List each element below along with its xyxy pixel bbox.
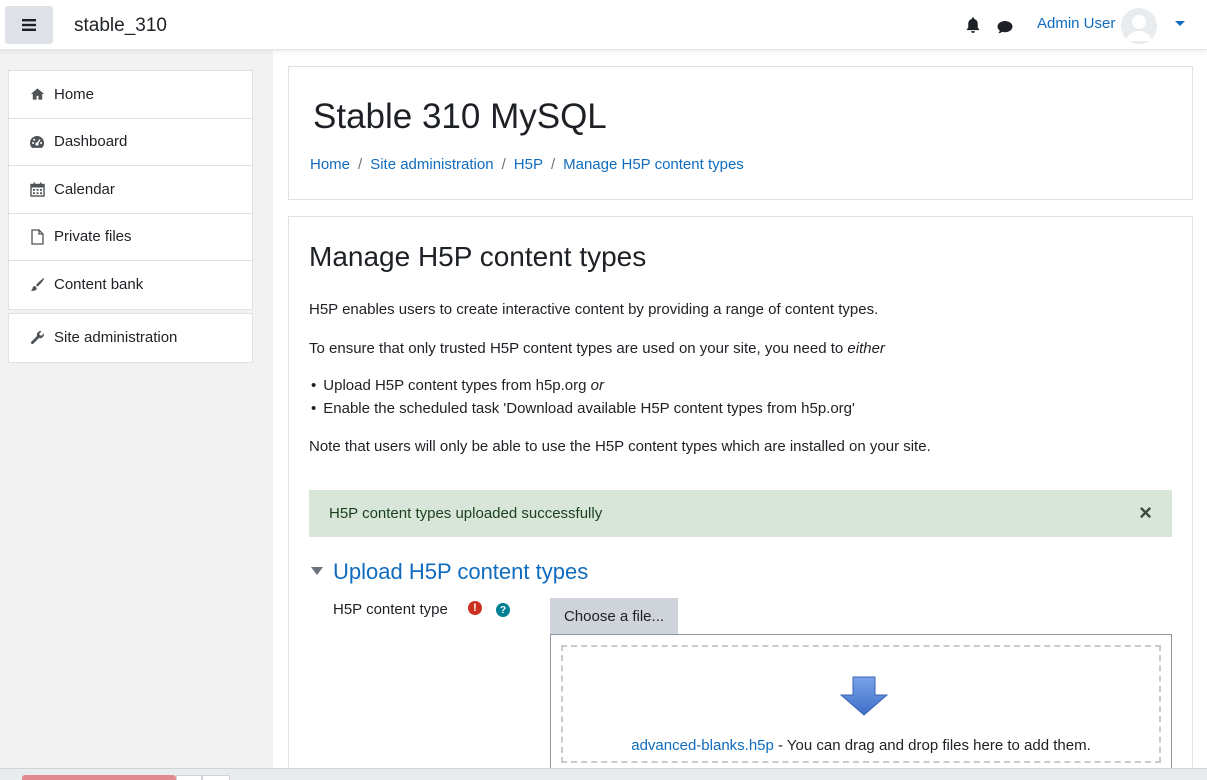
bottom-tab[interactable]: [202, 775, 230, 780]
main-nav-group: Home Dashboard Calendar Private files Co…: [8, 70, 253, 310]
breadcrumb: Home / Site administration / H5P / Manag…: [310, 156, 744, 173]
sidebar-item-label: Site administration: [54, 329, 178, 347]
breadcrumb-site-administration[interactable]: Site administration: [370, 156, 493, 173]
file-dropzone[interactable]: advanced-blanks.h5p - You can drag and d…: [561, 645, 1161, 763]
breadcrumb-separator: /: [550, 156, 556, 173]
required-icon: !: [468, 601, 482, 615]
page-title: Manage H5P content types: [309, 241, 647, 272]
sidebar-item-dashboard[interactable]: Dashboard: [9, 119, 252, 166]
sidebar-item-content-bank[interactable]: Content bank: [9, 261, 252, 309]
drawer-toggle-button[interactable]: [5, 6, 53, 44]
list-item-text: Upload H5P content types from h5p.org: [323, 377, 591, 394]
choose-file-button[interactable]: Choose a file...: [550, 598, 678, 634]
breadcrumb-home[interactable]: Home: [310, 156, 350, 173]
sidebar-item-label: Content bank: [54, 276, 144, 294]
admin-nav-group: Site administration: [8, 313, 253, 363]
collapse-toggle-icon[interactable]: [311, 567, 323, 575]
upload-section-header[interactable]: Upload H5P content types: [333, 559, 588, 585]
drop-hint: advanced-blanks.h5p - You can drag and d…: [563, 737, 1159, 754]
sidebar-item-site-administration[interactable]: Site administration: [9, 314, 252, 362]
breadcrumb-manage-h5p-content-types[interactable]: Manage H5P content types: [563, 156, 744, 173]
ensure-text-prefix: To ensure that only trusted H5P content …: [309, 340, 848, 357]
bottom-tab[interactable]: [176, 775, 202, 780]
user-menu-caret-icon[interactable]: [1175, 21, 1185, 26]
list-item-text: Enable the scheduled task 'Download avai…: [323, 400, 855, 417]
sidebar-item-label: Home: [54, 85, 95, 103]
site-name[interactable]: stable_310: [74, 15, 167, 37]
ensure-text-emphasis: either: [847, 340, 885, 357]
user-menu-name[interactable]: Admin User: [1037, 15, 1115, 32]
h5p-content-type-label: H5P content type: [333, 601, 448, 618]
ensure-text: To ensure that only trusted H5P content …: [309, 340, 885, 357]
uploaded-file-link[interactable]: advanced-blanks.h5p: [631, 737, 774, 754]
alert-message: H5P content types uploaded successfully: [329, 505, 603, 522]
list-item: Upload H5P content types from h5p.org or: [311, 377, 604, 394]
main-content: Manage H5P content types H5P enables use…: [288, 216, 1193, 780]
main-region: Stable 310 MySQL Home / Site administrat…: [273, 50, 1207, 780]
sidebar-item-label: Private files: [54, 228, 132, 246]
bell-icon[interactable]: [964, 16, 982, 34]
bottom-tab-active[interactable]: [22, 775, 176, 780]
top-navbar: stable_310 Admin User: [0, 0, 1207, 50]
avatar[interactable]: [1121, 8, 1157, 44]
note-text: Note that users will only be able to use…: [309, 438, 931, 455]
breadcrumb-separator: /: [501, 156, 506, 173]
drop-arrow-icon: [839, 676, 889, 716]
page-header: Stable 310 MySQL Home / Site administrat…: [288, 66, 1193, 200]
wrench-icon: [29, 330, 45, 346]
breadcrumb-h5p[interactable]: H5P: [514, 156, 543, 173]
page-header-title: Stable 310 MySQL: [313, 97, 607, 136]
file-picker: advanced-blanks.h5p - You can drag and d…: [550, 634, 1172, 780]
home-icon: [29, 86, 45, 102]
sidebar-item-label: Calendar: [54, 180, 115, 198]
brush-icon: [29, 277, 45, 293]
nav-drawer: Home Dashboard Calendar Private files Co…: [0, 50, 273, 768]
user-avatar-icon: [1121, 8, 1157, 44]
drop-hint-text: - You can drag and drop files here to ad…: [773, 737, 1091, 754]
breadcrumb-separator: /: [358, 156, 363, 173]
intro-text: H5P enables users to create interactive …: [309, 301, 879, 318]
list-item: Enable the scheduled task 'Download avai…: [311, 400, 855, 417]
file-icon: [29, 229, 45, 245]
chat-icon[interactable]: [996, 18, 1014, 36]
hamburger-icon: [22, 19, 36, 31]
help-icon[interactable]: ?: [496, 603, 510, 617]
dashboard-icon: [29, 134, 45, 150]
sidebar-item-calendar[interactable]: Calendar: [9, 166, 252, 214]
sidebar-item-home[interactable]: Home: [9, 71, 252, 119]
success-alert: H5P content types uploaded successfully …: [309, 490, 1172, 537]
calendar-icon: [29, 181, 45, 197]
sidebar-item-private-files[interactable]: Private files: [9, 214, 252, 261]
list-item-emphasis: or: [590, 377, 604, 394]
bottom-status-bar: [0, 768, 1207, 780]
sidebar-item-label: Dashboard: [54, 133, 128, 151]
close-icon[interactable]: ×: [1139, 502, 1152, 524]
